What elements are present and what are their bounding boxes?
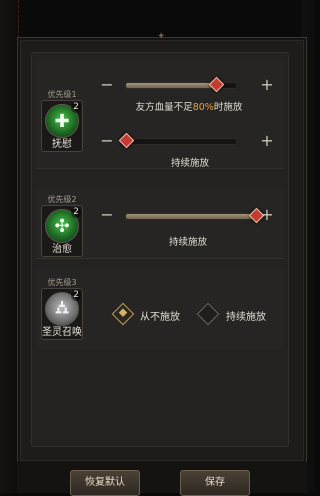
- skill-slot[interactable]: ⛼ 2 圣灵召唤: [41, 288, 83, 340]
- increase-continuous-button[interactable]: +: [260, 133, 274, 149]
- skill-level-badge: 2: [71, 207, 81, 218]
- decrease-continuous-button[interactable]: −: [100, 207, 114, 223]
- skill-name: 圣灵召唤: [42, 327, 82, 338]
- skill-slot[interactable]: ✚ 2 抚慰: [41, 100, 83, 152]
- skill-level-badge: 2: [71, 102, 81, 113]
- continuous-cast-slider[interactable]: [125, 207, 265, 224]
- skill-level-badge: 2: [71, 290, 81, 301]
- continuous-cast-option-label: 持续施放: [226, 312, 266, 323]
- skill-2[interactable]: 优先级2 ✣ 2 治愈: [40, 194, 84, 257]
- save-button[interactable]: 保存: [180, 470, 250, 496]
- threshold-percent: 80%: [192, 102, 214, 113]
- skill-slot[interactable]: ✣ 2 治愈: [41, 205, 83, 257]
- decrease-threshold-button[interactable]: −: [100, 77, 114, 93]
- increase-threshold-button[interactable]: +: [260, 77, 274, 93]
- reset-default-button[interactable]: 恢复默认: [70, 470, 140, 496]
- skill-name: 抚慰: [52, 139, 72, 150]
- bottom-bar: [17, 462, 307, 493]
- priority-label: 优先级3: [47, 278, 77, 287]
- threshold-label: 友方血量不足80%时施放: [135, 102, 243, 113]
- priority-label: 优先级1: [47, 90, 77, 99]
- continuous-cast-slider[interactable]: [118, 132, 237, 149]
- decrease-continuous-button[interactable]: −: [100, 133, 114, 149]
- continuous-cast-label: 持续施放: [168, 237, 207, 248]
- increase-continuous-button[interactable]: +: [260, 207, 274, 223]
- skill-3[interactable]: 优先级3 ⛼ 2 圣灵召唤: [40, 277, 84, 340]
- skill-1[interactable]: 优先级1 ✚ 2 抚慰: [40, 89, 84, 152]
- checkmark-icon: [118, 308, 128, 317]
- slider-fill: [126, 83, 214, 88]
- continuous-cast-label: 持续施放: [170, 158, 209, 169]
- heal-threshold-slider[interactable]: [125, 76, 237, 93]
- ornament-icon: ✦: [157, 31, 166, 42]
- never-cast-label: 从不施放: [140, 312, 180, 323]
- priority-label: 优先级2: [47, 195, 77, 204]
- slider-fill: [126, 214, 254, 219]
- skill-name: 治愈: [52, 244, 72, 255]
